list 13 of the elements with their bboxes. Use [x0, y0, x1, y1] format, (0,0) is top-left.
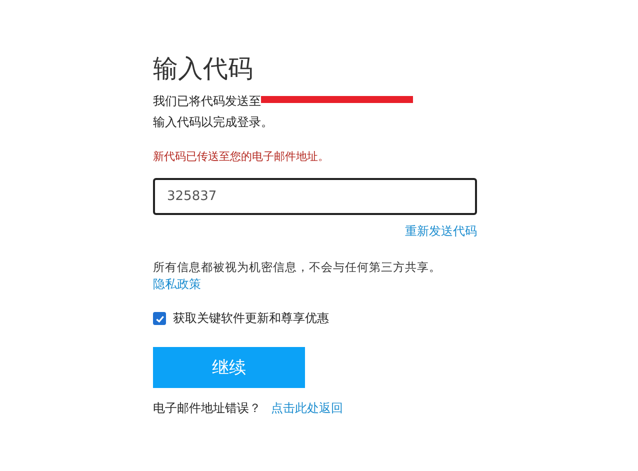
- wrong-email-text: 电子邮件地址错误？: [153, 400, 261, 417]
- privacy-text: 所有信息都被视为机密信息，不会与任何第三方共享。 隐私政策: [153, 259, 442, 293]
- sent-message: 我们已将代码发送至: [153, 93, 261, 110]
- checkbox[interactable]: [153, 312, 166, 325]
- checkbox-label: 获取关键软件更新和尊享优惠: [173, 310, 329, 327]
- page-title: 输入代码: [153, 53, 254, 85]
- privacy-link[interactable]: 隐私政策: [153, 277, 201, 291]
- go-back-link[interactable]: 点击此处返回: [271, 400, 343, 417]
- notice-text: 新代码已传送至您的电子邮件地址。: [153, 149, 330, 165]
- instruction-text: 输入代码以完成登录。: [153, 114, 274, 131]
- code-field[interactable]: 325837: [153, 178, 477, 215]
- continue-button[interactable]: 继续: [153, 347, 305, 388]
- resend-link[interactable]: 重新发送代码: [405, 223, 477, 240]
